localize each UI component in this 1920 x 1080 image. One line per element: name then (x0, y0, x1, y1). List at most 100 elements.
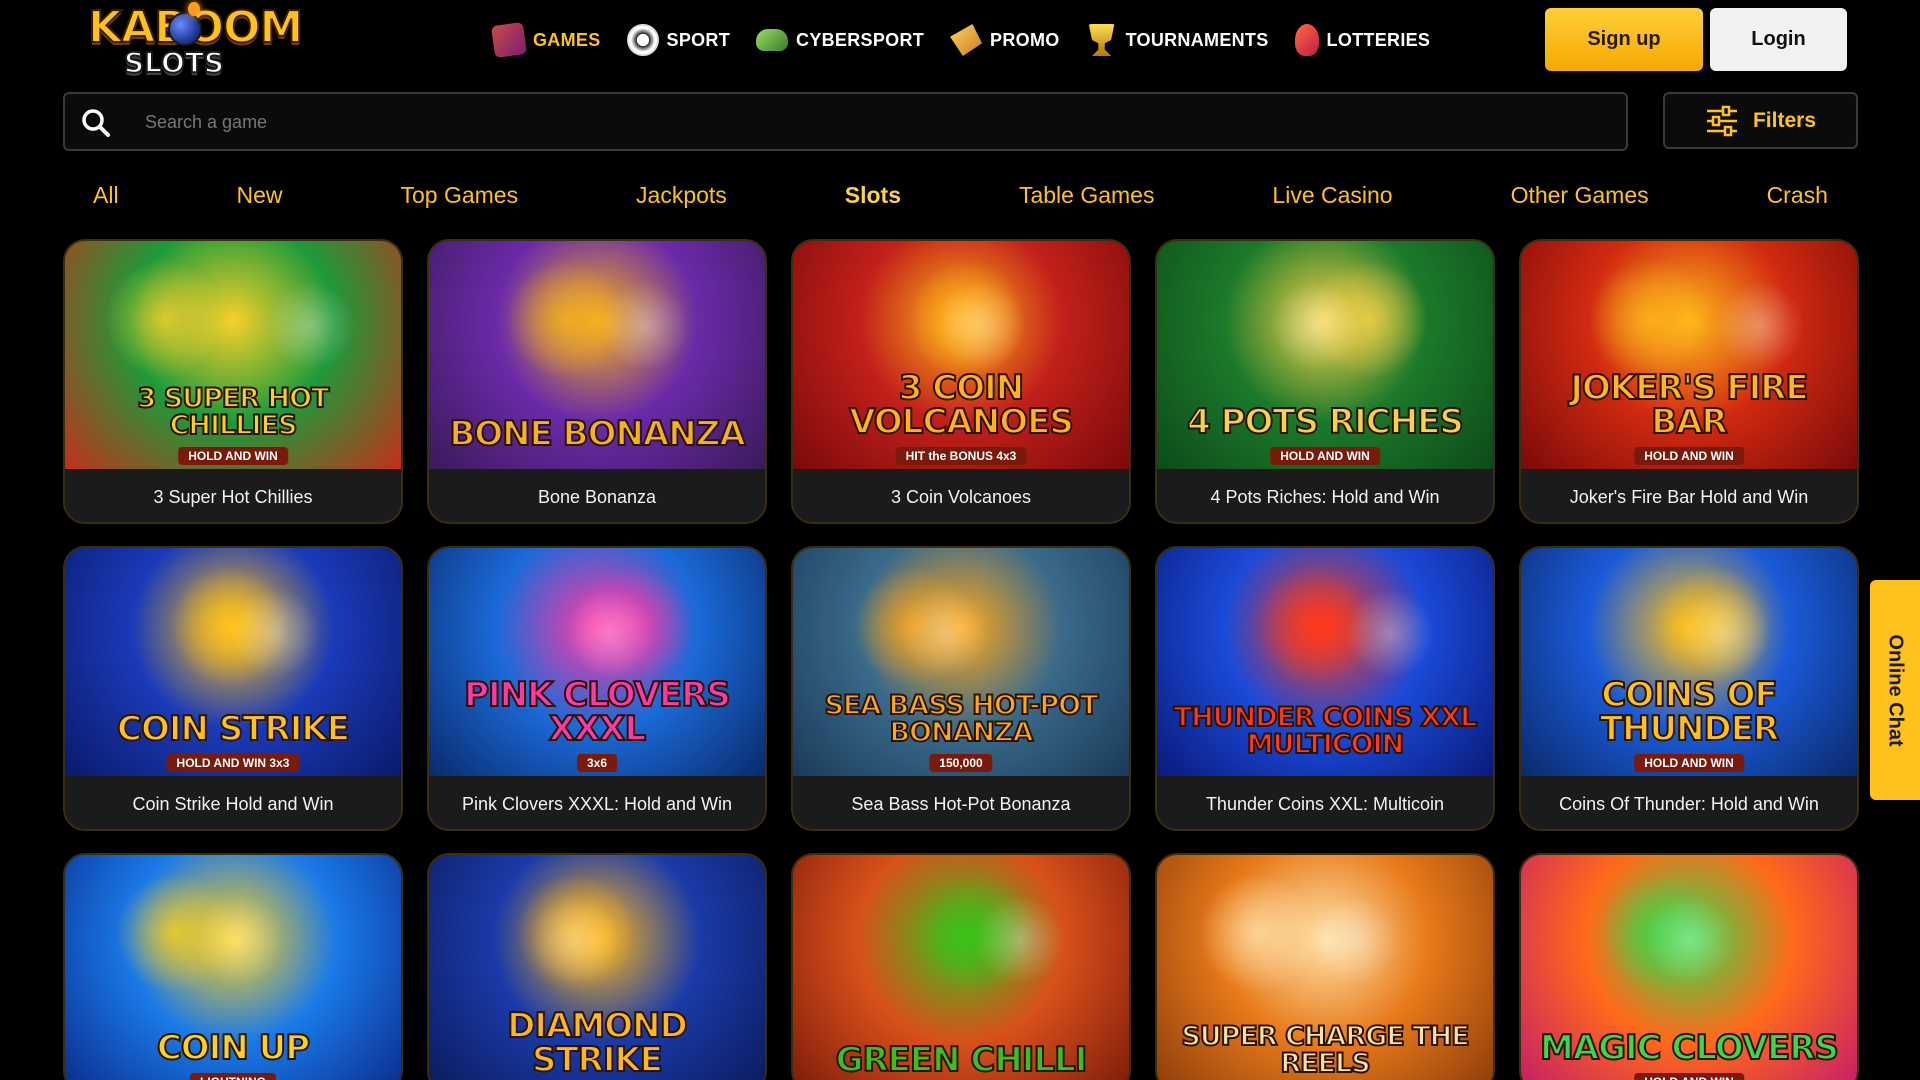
game-thumbnail: PINK CLOVERS XXXL 3x6 (429, 548, 765, 776)
nav-label: TOURNAMENTS (1125, 29, 1269, 50)
nav-lotteries[interactable]: LOTTERIES (1294, 24, 1431, 56)
art-glow (195, 895, 285, 985)
game-card[interactable]: PINK CLOVERS XXXL 3x6 Pink Clovers XXXL: H… (427, 546, 767, 831)
game-title: Coin Strike Hold and Win (65, 776, 401, 829)
game-art-title: COINS OF THUNDER (1599, 675, 1780, 749)
art-glow (1680, 588, 1770, 678)
nav-label: PROMO (990, 29, 1060, 50)
game-art-title: 3 COIN VOLCANOES (848, 368, 1075, 442)
game-art-subtitle: HOLD AND WIN (1634, 447, 1744, 465)
art-glow (105, 259, 225, 379)
game-thumbnail: COIN STRIKE HOLD AND WIN 3x3 (65, 548, 401, 776)
tab-table-games[interactable]: Table Games (1019, 182, 1155, 209)
game-art-title: JOKER'S FIRE BAR (1569, 368, 1809, 442)
search-input[interactable] (145, 104, 1605, 140)
game-title: Joker's Fire Bar Hold and Win (1521, 469, 1857, 522)
game-card[interactable]: JOKER'S FIRE BAR HOLD AND WIN Joker's Fire… (1519, 239, 1859, 524)
logo-word-bottom: SLOTS (123, 45, 225, 80)
online-chat-button[interactable]: Online Chat (1870, 580, 1920, 800)
game-art-title: SEA BASS HOT-POT BONANZA (823, 690, 1099, 748)
nav-cybersport[interactable]: CYBERSPORT (756, 29, 924, 51)
game-art-title: PINK CLOVERS XXXL (463, 675, 732, 749)
game-title: Sea Bass Hot-Pot Bonanza (793, 776, 1129, 829)
art-glow (900, 588, 990, 678)
game-card[interactable]: GREEN CHILLI (791, 853, 1131, 1080)
art-glow (1270, 281, 1360, 371)
game-card[interactable]: MAGIC CLOVERS HOLD AND WIN (1519, 853, 1859, 1080)
game-art-title: GREEN CHILLI (835, 1040, 1089, 1080)
game-art-title: COIN STRIKE (116, 709, 351, 749)
game-art-subtitle: HOLD AND WIN (1270, 447, 1380, 465)
game-title: 4 Pots Riches: Hold and Win (1157, 469, 1493, 522)
game-card[interactable]: THUNDER COINS XXL MULTICOIN Thunder Coins… (1155, 546, 1495, 831)
art-glow (565, 588, 655, 678)
game-art-title: COIN UP (156, 1028, 311, 1068)
art-glow (600, 281, 690, 371)
art-glow (1645, 895, 1735, 985)
game-thumbnail: MAGIC CLOVERS HOLD AND WIN (1521, 855, 1857, 1080)
kaboom-slots-logo[interactable]: KABOOM SLOTS (87, 1, 304, 80)
tab-crash[interactable]: Crash (1767, 182, 1828, 209)
nav-label: CYBERSPORT (796, 29, 925, 50)
game-card[interactable]: SUPER CHARGE THE REELS (1155, 853, 1495, 1080)
art-glow (1345, 588, 1435, 678)
game-card[interactable]: 4 POTS RICHES HOLD AND WIN 4 Pots Riches: … (1155, 239, 1495, 524)
game-thumbnail: SEA BASS HOT-POT BONANZA 150,000 (793, 548, 1129, 776)
nav-tournaments[interactable]: TOURNAMENTS (1086, 24, 1269, 56)
game-card[interactable]: 3 COIN VOLCANOES HIT the BONUS 4x3 3 Coin … (791, 239, 1131, 524)
game-thumbnail: THUNDER COINS XXL MULTICOIN (1157, 548, 1493, 776)
tab-live-casino[interactable]: Live Casino (1272, 182, 1392, 209)
game-art-subtitle: HOLD AND WIN (1634, 754, 1744, 772)
nav-label: GAMES (533, 29, 601, 50)
nav-promo[interactable]: PROMO (950, 24, 1060, 56)
game-art-title: DIAMOND STRIKE (506, 1006, 689, 1080)
tab-other-games[interactable]: Other Games (1511, 182, 1649, 209)
game-title: 3 Coin Volcanoes (793, 469, 1129, 522)
game-thumbnail: SUPER CHARGE THE REELS (1157, 855, 1493, 1080)
nav-label: LOTTERIES (1326, 29, 1431, 50)
game-art-title: 3 SUPER HOT CHILLIES (137, 383, 331, 441)
bomb-icon (168, 12, 202, 46)
game-card[interactable]: COIN UP LIGHTNING (63, 853, 403, 1080)
art-glow (1715, 281, 1805, 371)
lottery-ball-icon (1294, 24, 1319, 56)
tab-top-games[interactable]: Top Games (400, 182, 518, 209)
art-glow (1198, 873, 1318, 993)
art-glow (265, 281, 355, 371)
filters-label: Filters (1752, 108, 1817, 132)
art-glow (1589, 259, 1709, 379)
game-title: Thunder Coins XXL: Multicoin (1157, 776, 1493, 829)
login-button[interactable]: Login (1710, 8, 1847, 71)
game-thumbnail: 3 SUPER HOT CHILLIES HOLD AND WIN (65, 241, 401, 469)
game-art-title: SUPER CHARGE THE REELS (1180, 1021, 1470, 1079)
game-card[interactable]: COINS OF THUNDER HOLD AND WIN Coins Of Thu… (1519, 546, 1859, 831)
game-art-subtitle: HOLD AND WIN 3x3 (166, 754, 300, 772)
slot-machine-icon (490, 21, 528, 59)
game-card[interactable]: BONE BONANZA Bone Bonanza (427, 239, 767, 524)
nav-games[interactable]: GAMES (490, 21, 601, 59)
game-title: Bone Bonanza (429, 469, 765, 522)
game-art-title: THUNDER COINS XXL MULTICOIN (1173, 702, 1479, 760)
game-card[interactable]: COIN STRIKE HOLD AND WIN 3x3 Coin Strike H… (63, 546, 403, 831)
game-card[interactable]: DIAMOND STRIKE (427, 853, 767, 1080)
game-art-title: MAGIC CLOVERS (1539, 1028, 1840, 1068)
game-card[interactable]: SEA BASS HOT-POT BONANZA 150,000 Sea Bass … (791, 546, 1131, 831)
tab-jackpots[interactable]: Jackpots (636, 182, 727, 209)
nav-sport[interactable]: SPORT (626, 24, 731, 56)
tab-new[interactable]: New (237, 182, 283, 209)
game-grid: 3 SUPER HOT CHILLIES HOLD AND WIN 3 Super … (63, 239, 1860, 1080)
signup-button[interactable]: Sign up (1545, 8, 1703, 71)
search-icon[interactable] (81, 108, 111, 138)
game-thumbnail: GREEN CHILLI (793, 855, 1129, 1080)
filters-button[interactable]: Filters (1663, 92, 1858, 149)
category-tabs: All New Top Games Jackpots Slots Table G… (63, 170, 1858, 220)
gamepad-icon (756, 29, 789, 51)
art-glow (935, 281, 1025, 371)
megaphone-icon (950, 24, 983, 56)
game-title: 3 Super Hot Chillies (65, 469, 401, 522)
header: KABOOM SLOTS GAMES SPORT CYBERSPORT PROM… (0, 0, 1920, 80)
tab-all[interactable]: All (93, 182, 119, 209)
game-card[interactable]: 3 SUPER HOT CHILLIES HOLD AND WIN 3 Super … (63, 239, 403, 524)
search-bar (63, 92, 1628, 151)
tab-slots[interactable]: Slots (845, 182, 901, 209)
